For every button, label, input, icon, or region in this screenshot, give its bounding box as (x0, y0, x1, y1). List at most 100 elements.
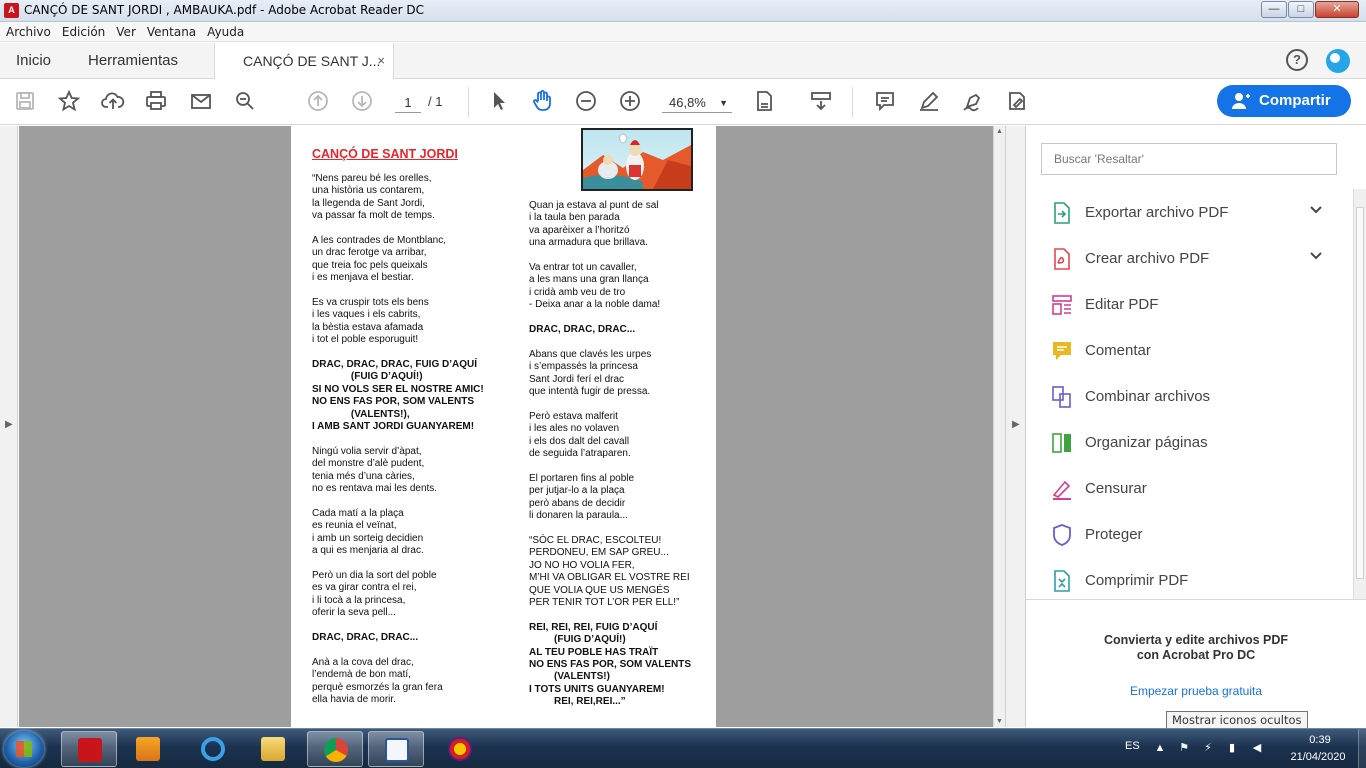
zoom-in-icon[interactable] (617, 89, 643, 115)
taskbar-chrome[interactable] (307, 731, 363, 767)
zoom-out-icon[interactable] (573, 89, 599, 115)
tool-compress-pdf[interactable]: Comprimir PDF (1026, 561, 1336, 599)
mail-icon[interactable] (188, 89, 214, 115)
document-viewport[interactable]: CANÇÓ DE SANT JORDI “Nens pareu bé les o… (19, 126, 994, 727)
expand-left-panel-icon[interactable]: ▶ (5, 419, 13, 430)
network-signal-icon[interactable]: ▮ (1225, 741, 1239, 755)
lyrics-right-column: Quan ja estava al punt de sal i la taula … (529, 200, 691, 721)
zoom-level-value: 46,8% (669, 95, 706, 110)
menu-edicion[interactable]: Edición (56, 22, 110, 39)
free-trial-link[interactable]: Empezar prueba gratuita (1026, 684, 1366, 698)
sign-icon[interactable] (960, 89, 986, 115)
page-down-icon[interactable] (349, 89, 375, 115)
menu-ver[interactable]: Ver (110, 22, 141, 39)
lyric-line: (FUIG D’AQUÍ!) (529, 634, 626, 646)
taskbar-acrobat[interactable] (61, 731, 117, 767)
search-icon[interactable] (232, 89, 258, 115)
fill-sign-icon[interactable] (1004, 89, 1030, 115)
lyric-line: i li tocà a la princesa, (312, 594, 406, 606)
taskbar-file-explorer[interactable] (245, 731, 301, 767)
chevron-down-icon[interactable] (1309, 249, 1323, 263)
chrome-icon (324, 738, 348, 762)
comment-icon[interactable] (872, 89, 898, 115)
hand-icon[interactable] (529, 89, 555, 115)
save-icon[interactable] (12, 89, 38, 115)
tab-home[interactable]: Inicio (16, 52, 51, 69)
lyric-line: AL TEU POBLE HAS TRAÏT (529, 646, 659, 658)
lyric-line: SI NO VOLS SER EL NOSTRE AMIC! (312, 383, 484, 395)
tab-document[interactable]: CANÇÓ DE SANT J... × (214, 43, 394, 80)
minimize-button[interactable]: — (1261, 1, 1287, 18)
taskbar-internet-explorer[interactable] (185, 731, 241, 767)
tool-comment[interactable]: Comentar (1026, 331, 1336, 369)
star-icon[interactable] (56, 89, 82, 115)
show-desktop-button[interactable] (1358, 729, 1366, 768)
toolbar-divider (468, 87, 469, 117)
lyric-line: Va entrar tot un cavaller, (529, 262, 637, 274)
right-stanza: Va entrar tot un cavaller, a les mans una… (529, 262, 691, 312)
lyrics-left-column: “Nens pareu bé les orelles, una història … (312, 173, 484, 719)
collapse-right-panel-icon[interactable]: ▶ (1012, 419, 1020, 430)
menu-ayuda[interactable]: Ayuda (201, 22, 249, 39)
action-center-flag-icon[interactable]: ⚑ (1177, 741, 1191, 755)
scroll-up-icon[interactable]: ▲ (996, 128, 1003, 135)
taskbar-media-player[interactable] (120, 731, 176, 767)
power-icon[interactable]: ⚡ (1201, 741, 1215, 755)
select-arrow-icon[interactable] (486, 89, 512, 115)
page-number-input[interactable]: 1 (395, 93, 421, 113)
tool-organize-pages[interactable]: Organizar páginas (1026, 423, 1336, 461)
scroll-mode-icon[interactable] (808, 89, 834, 115)
tool-label: Proteger (1085, 526, 1143, 543)
help-icon[interactable]: ? (1286, 49, 1308, 71)
add-user-icon (1232, 93, 1250, 109)
taskbar-app[interactable] (432, 731, 488, 767)
chevron-down-icon[interactable] (1309, 203, 1323, 217)
start-button[interactable] (4, 731, 44, 767)
volume-icon[interactable]: ◀ (1250, 741, 1264, 755)
print-icon[interactable] (143, 89, 169, 115)
left-stanza: DRAC, DRAC, DRAC... (312, 632, 484, 644)
fit-page-icon[interactable] (752, 89, 778, 115)
menu-archivo[interactable]: Archivo (0, 22, 56, 39)
pen-icon[interactable] (916, 89, 942, 115)
clock-date[interactable]: 21/04/2020 (1280, 751, 1356, 763)
close-button[interactable]: ✕ (1315, 1, 1359, 18)
show-hidden-icons-icon[interactable]: ▲ (1153, 741, 1167, 755)
vertical-scrollbar[interactable]: ▲ ▼ (993, 126, 1005, 727)
lyric-line: REI, REI,REI...” (529, 696, 626, 708)
menu-ventana[interactable]: Ventana (141, 22, 201, 39)
tool-redact[interactable]: Censurar (1026, 469, 1336, 507)
lyric-line: però abans de decidir (529, 497, 626, 509)
taskbar-word-document[interactable] (368, 731, 424, 767)
compress-pdf-icon (1054, 570, 1070, 592)
export-pdf-icon (1054, 202, 1070, 224)
tab-tools[interactable]: Herramientas (88, 52, 178, 69)
comment-icon (1053, 342, 1071, 360)
tools-scrollbar[interactable] (1353, 189, 1366, 599)
zoom-level-select[interactable]: 46,8% ▼ (662, 93, 732, 113)
right-stanza: “SÓC EL DRAC, ESCOLTEU! PERDONEU, EM SAP … (529, 535, 691, 609)
page-up-icon[interactable] (305, 89, 331, 115)
tab-close-icon[interactable]: × (377, 53, 385, 68)
tool-edit-pdf[interactable]: Editar PDF (1026, 285, 1336, 323)
tool-create-pdf[interactable]: Crear archivo PDF (1026, 239, 1336, 277)
lyric-line: i els dos dalt del cavall (529, 435, 630, 447)
tool-protect[interactable]: Proteger (1026, 515, 1336, 553)
lyric-line: Però un dia la sort del poble (312, 569, 437, 581)
lyric-line: JO NO HO VOLIA FER, (529, 559, 635, 571)
tool-export-pdf[interactable]: Exportar archivo PDF (1026, 193, 1336, 231)
protect-icon (1053, 524, 1071, 546)
acrobat-app-icon: A (4, 3, 19, 18)
clock-time[interactable]: 0:39 (1290, 734, 1350, 746)
tools-search-input[interactable]: Buscar 'Resaltar' (1041, 143, 1337, 175)
profile-icon[interactable] (1326, 49, 1350, 73)
scrollbar-thumb[interactable] (1356, 207, 1364, 579)
maximize-button[interactable]: □ (1288, 1, 1314, 18)
tool-combine-files[interactable]: Combinar archivos (1026, 377, 1336, 415)
right-stanza: REI, REI, REI, FUIG D’AQUÍ (FUIG D’AQUÍ!… (529, 622, 691, 709)
lyric-line: - Deixa anar a la noble dama! (529, 299, 661, 311)
language-indicator[interactable]: ES (1125, 740, 1140, 752)
share-button[interactable]: Compartir (1217, 85, 1351, 117)
upload-icon[interactable] (100, 89, 126, 115)
scroll-down-icon[interactable]: ▼ (996, 718, 1003, 725)
